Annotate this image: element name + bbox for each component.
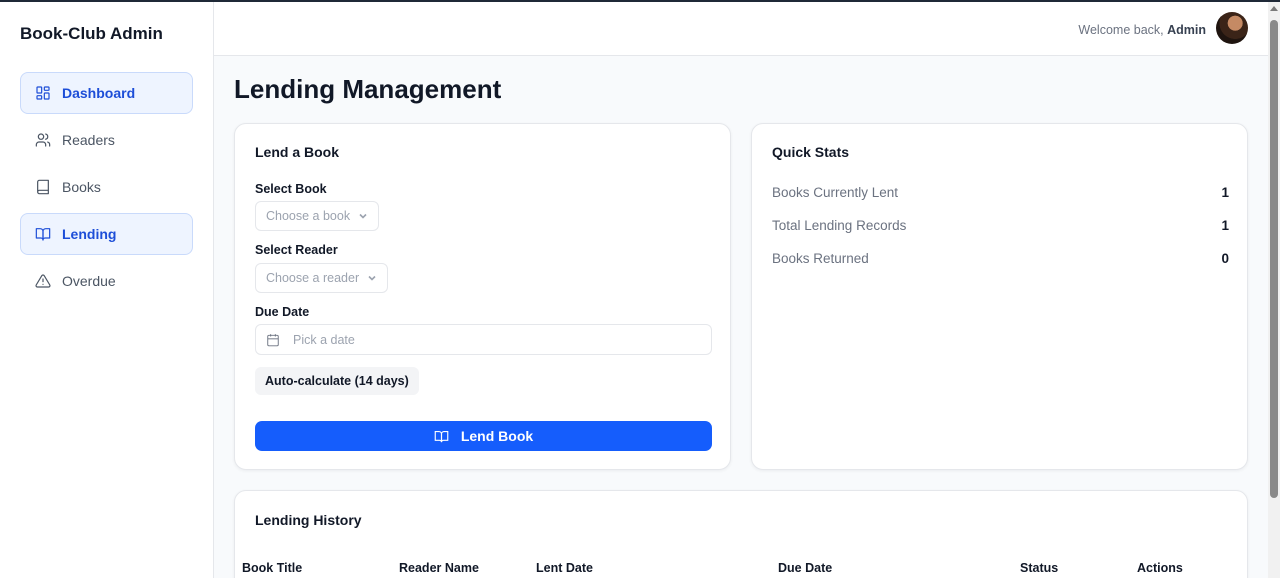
stat-label: Books Returned <box>772 251 869 266</box>
column-header-status[interactable]: Status <box>1020 561 1058 575</box>
due-date-placeholder: Pick a date <box>293 332 355 347</box>
sidebar-item-books[interactable]: Books <box>20 166 193 208</box>
book-icon <box>35 179 51 195</box>
sidebar-item-lending[interactable]: Lending <box>20 213 193 255</box>
chevron-down-icon <box>367 273 377 283</box>
top-header: Welcome back, Admin <box>214 2 1268 56</box>
sidebar-item-label: Books <box>62 179 101 195</box>
stat-value: 0 <box>1221 251 1229 266</box>
lend-book-card: Lend a Book Select Book Choose a book Se… <box>234 123 731 470</box>
select-reader-label: Select Reader <box>255 243 338 257</box>
select-book-placeholder: Choose a book <box>266 209 351 223</box>
app-title: Book-Club Admin <box>20 24 163 43</box>
lending-history-title: Lending History <box>255 512 362 528</box>
lend-book-card-title: Lend a Book <box>255 144 340 160</box>
stat-label: Total Lending Records <box>772 218 907 233</box>
column-header-lent-date[interactable]: Lent Date <box>536 561 593 575</box>
due-date-picker[interactable]: Pick a date <box>255 324 712 355</box>
chevron-down-icon <box>358 211 368 221</box>
lending-history-card: Lending History Book Title Reader Name L… <box>234 490 1248 578</box>
column-header-actions: Actions <box>1137 561 1183 575</box>
users-icon <box>35 132 51 148</box>
scroll-up-arrow-icon[interactable] <box>1270 6 1278 11</box>
open-book-icon <box>35 226 51 242</box>
stat-value: 1 <box>1221 185 1229 200</box>
sidebar-item-label: Overdue <box>62 273 116 289</box>
select-reader-dropdown[interactable]: Choose a reader <box>255 263 389 293</box>
calendar-icon <box>267 333 279 346</box>
sidebar-item-label: Dashboard <box>62 85 136 101</box>
column-header-book-title[interactable]: Book Title <box>242 561 302 575</box>
avatar[interactable] <box>1216 12 1248 44</box>
select-book-label: Select Book <box>255 182 327 196</box>
stat-row-currently-lent: Books Currently Lent 1 <box>772 185 1229 200</box>
quick-stats-card: Quick Stats Books Currently Lent 1 Total… <box>751 123 1248 470</box>
welcome-prefix: Welcome back, <box>1078 23 1164 37</box>
sidebar-item-readers[interactable]: Readers <box>20 119 193 161</box>
open-book-icon <box>434 430 449 442</box>
stat-row-total-records: Total Lending Records 1 <box>772 218 1229 233</box>
auto-calculate-button[interactable]: Auto-calculate (14 days) <box>255 367 419 395</box>
page-scrollbar[interactable] <box>1268 2 1280 578</box>
sidebar-item-label: Lending <box>62 226 117 242</box>
stat-row-books-returned: Books Returned 0 <box>772 251 1229 266</box>
sidebar: Book-Club Admin Dashboard Readers Books … <box>0 0 214 578</box>
dashboard-grid-icon <box>35 85 51 101</box>
lend-book-button-label: Lend Book <box>460 428 534 444</box>
quick-stats-title: Quick Stats <box>772 144 850 160</box>
lend-book-button[interactable]: Lend Book <box>255 421 712 451</box>
stat-label: Books Currently Lent <box>772 185 899 200</box>
user-name: Admin <box>1167 23 1206 37</box>
select-book-dropdown[interactable]: Choose a book <box>255 201 380 231</box>
column-header-reader-name[interactable]: Reader Name <box>399 561 479 575</box>
due-date-label: Due Date <box>255 305 310 319</box>
sidebar-item-overdue[interactable]: Overdue <box>20 260 193 302</box>
sidebar-item-dashboard[interactable]: Dashboard <box>20 72 193 114</box>
column-header-due-date[interactable]: Due Date <box>778 561 832 575</box>
stat-value: 1 <box>1221 218 1229 233</box>
sidebar-item-label: Readers <box>62 132 115 148</box>
select-reader-placeholder: Choose a reader <box>266 271 360 285</box>
window-top-border <box>0 0 1280 2</box>
page-title: Lending Management <box>234 74 502 104</box>
welcome-message: Welcome back, Admin <box>1078 23 1206 37</box>
scrollbar-thumb[interactable] <box>1270 20 1278 498</box>
sidebar-nav: Dashboard Readers Books Lending Overdue <box>20 72 193 307</box>
warning-triangle-icon <box>35 273 51 289</box>
